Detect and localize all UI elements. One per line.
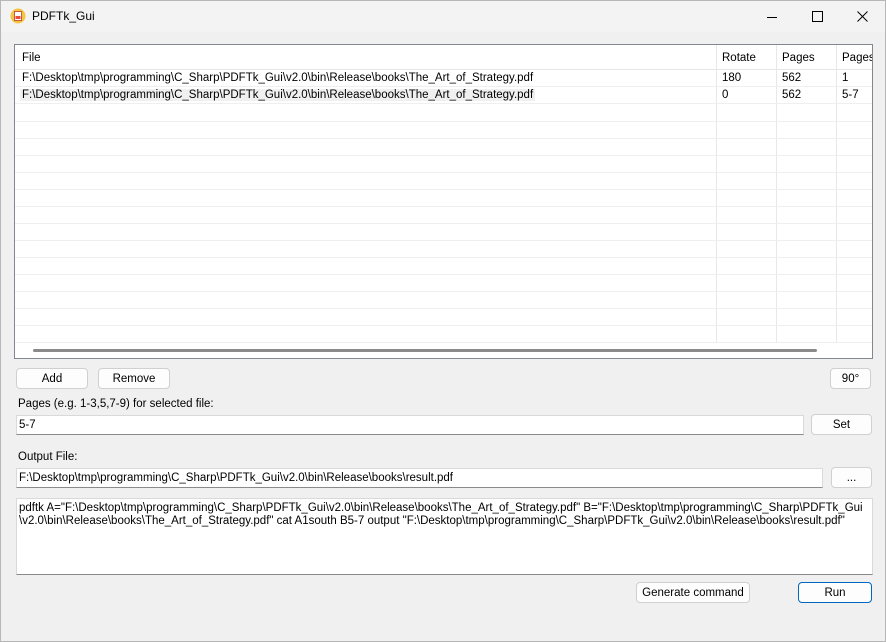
list-header: File Rotate Pages Pages xyxy=(15,45,872,70)
run-button[interactable]: Run xyxy=(798,582,872,603)
window-title: PDFTk_Gui xyxy=(32,9,95,23)
file-path-cell: F:\Desktop\tmp\programming\C_Sharp\PDFTk… xyxy=(22,72,534,84)
grid-line xyxy=(15,189,872,190)
column-header-selected-pages[interactable]: Pages xyxy=(842,52,872,64)
horizontal-scrollbar[interactable] xyxy=(33,349,817,352)
grid-line xyxy=(15,274,872,275)
close-button[interactable] xyxy=(839,1,885,32)
minimize-button[interactable] xyxy=(749,1,795,32)
column-header-pages[interactable]: Pages xyxy=(782,52,815,64)
grid-line xyxy=(15,121,872,122)
add-button[interactable]: Add xyxy=(16,368,88,389)
page-count-cell: 562 xyxy=(782,89,802,101)
command-line: pdftk A="F:\Desktop\tmp\programming\C_Sh… xyxy=(19,502,863,514)
grid-line xyxy=(15,291,872,292)
file-path-cell: F:\Desktop\tmp\programming\C_Sharp\PDFTk… xyxy=(20,89,536,101)
grid-line xyxy=(15,223,872,224)
page-count-cell: 562 xyxy=(782,72,802,84)
rotate-cell: 0 xyxy=(722,89,729,101)
pdf-app-icon xyxy=(10,8,26,24)
remove-button[interactable]: Remove xyxy=(98,368,170,389)
rotate-cell: 180 xyxy=(722,72,742,84)
title-bar[interactable]: PDFTk_Gui xyxy=(1,1,885,32)
generate-command-button[interactable]: Generate command xyxy=(636,582,750,603)
command-line: \v2.0\bin\Release\books\The_Art_of_Strat… xyxy=(19,515,845,527)
output-file-input[interactable]: F:\Desktop\tmp\programming\C_Sharp\PDFTk… xyxy=(16,468,823,488)
file-list[interactable]: File Rotate Pages Pages F:\Desktop\tmp\p… xyxy=(14,44,873,359)
grid-line xyxy=(15,138,872,139)
pages-label: Pages (e.g. 1-3,5,7-9) for selected file… xyxy=(18,398,214,410)
close-icon xyxy=(856,11,868,22)
rotate-90-button[interactable]: 90° xyxy=(830,368,871,389)
browse-button[interactable]: ... xyxy=(831,467,872,488)
column-header-file[interactable]: File xyxy=(22,52,41,64)
table-row[interactable]: F:\Desktop\tmp\programming\C_Sharp\PDFTk… xyxy=(15,87,872,104)
app-window: PDFTk_Gui File Rotate Pages Pages F:\Des… xyxy=(0,0,886,642)
grid-line xyxy=(15,342,872,343)
grid-line xyxy=(15,308,872,309)
grid-line xyxy=(15,206,872,207)
output-file-label: Output File: xyxy=(18,451,78,463)
maximize-button[interactable] xyxy=(794,1,840,32)
grid-line xyxy=(15,257,872,258)
set-button[interactable]: Set xyxy=(811,414,872,435)
grid-line xyxy=(15,240,872,241)
minimize-icon xyxy=(767,16,777,18)
grid-line xyxy=(15,155,872,156)
maximize-icon xyxy=(811,11,823,22)
pages-input[interactable]: 5-7 xyxy=(16,415,804,435)
grid-line xyxy=(15,172,872,173)
column-header-rotate[interactable]: Rotate xyxy=(722,52,756,64)
selected-pages-cell: 1 xyxy=(842,72,849,84)
grid-line xyxy=(15,325,872,326)
table-row[interactable]: F:\Desktop\tmp\programming\C_Sharp\PDFTk… xyxy=(15,70,872,87)
selected-pages-cell: 5-7 xyxy=(842,89,859,101)
command-textbox[interactable]: pdftk A="F:\Desktop\tmp\programming\C_Sh… xyxy=(16,498,873,575)
